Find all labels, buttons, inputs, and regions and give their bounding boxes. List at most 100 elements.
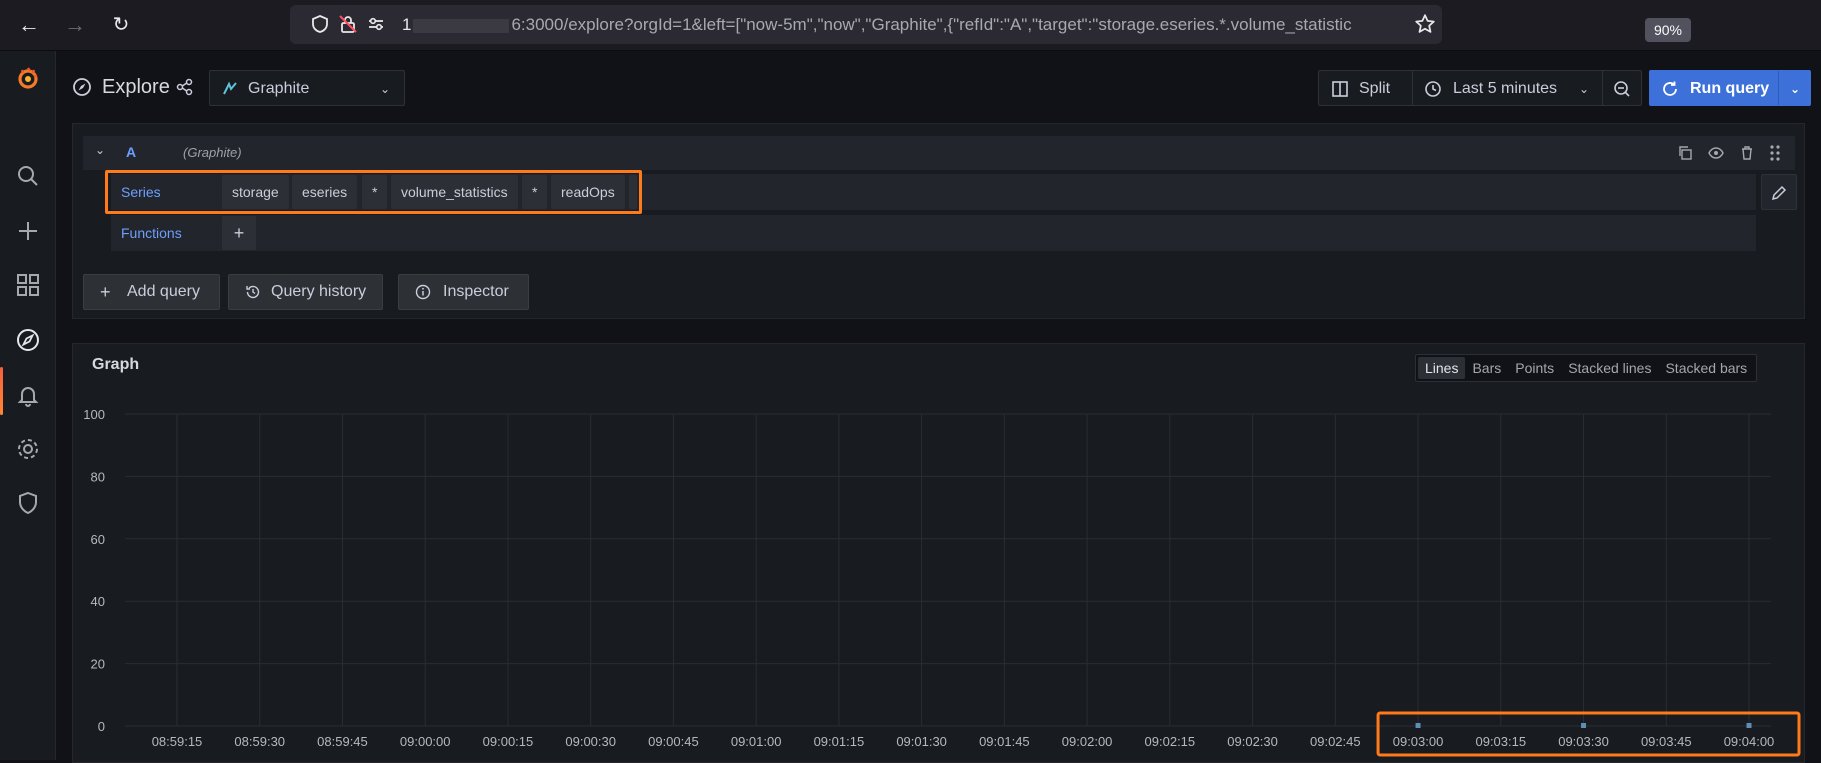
- split-button[interactable]: Split: [1318, 70, 1414, 106]
- plus-icon: +: [100, 282, 111, 302]
- drag-handle-icon[interactable]: [1767, 144, 1783, 162]
- button-divider: [1778, 71, 1779, 105]
- graph-panel: 0 20 40 60 80 100 08:59:15 08:59:30 08:59:45 09:0…: [72, 343, 1805, 763]
- datasource-picker[interactable]: Graphite ⌄: [209, 70, 405, 106]
- url-rest: 6:3000/explore?orgId=1&left=["now-5m","n…: [511, 15, 1352, 34]
- toggle-text-edit-button[interactable]: [1761, 174, 1797, 210]
- x-tick-label: 09:01:45: [979, 734, 1030, 749]
- graph-mode-option[interactable]: Lines: [1418, 357, 1466, 379]
- hide-query-eye-icon[interactable]: [1708, 145, 1724, 161]
- series-add-segment[interactable]: [629, 175, 637, 209]
- graph-chart: 0 20 40 60 80 100 08:59:15 08:59:30 08:59:45 09:0…: [83, 407, 1801, 757]
- y-tick-label: 80: [91, 469, 105, 484]
- query-history-label: Query history: [271, 283, 367, 300]
- grafana-logo-icon[interactable]: [13, 63, 43, 93]
- x-tick-label: 09:01:30: [896, 734, 947, 749]
- chevron-down-icon: ⌄: [1579, 82, 1590, 96]
- alerting-bell-icon[interactable]: [13, 380, 43, 410]
- info-circle-icon: [415, 284, 431, 300]
- reload-icon[interactable]: ↻: [106, 10, 136, 40]
- bookmark-star-icon[interactable]: [1414, 13, 1436, 35]
- functions-row: [111, 215, 1756, 251]
- pencil-icon: [1771, 185, 1787, 201]
- share-icon[interactable]: [176, 78, 194, 96]
- x-tick-label: 09:03:45: [1641, 734, 1692, 749]
- series-segment[interactable]: *: [522, 175, 548, 209]
- back-icon[interactable]: ←: [14, 10, 44, 40]
- functions-label: Functions: [111, 216, 217, 250]
- time-range-picker[interactable]: Last 5 minutes ⌄: [1412, 70, 1604, 106]
- browser-toolbar: ← → ↻ 1 6:3000/explore?orgId=1&left=["now…: [0, 0, 1821, 51]
- series-segment[interactable]: storage: [222, 175, 289, 209]
- x-tick-label: 09:01:00: [731, 734, 782, 749]
- active-nav-indicator: [0, 367, 3, 415]
- configuration-gear-icon[interactable]: [13, 434, 43, 464]
- zoom-out-icon: [1614, 81, 1630, 97]
- datasource-name: Graphite: [248, 80, 310, 97]
- server-admin-shield-icon[interactable]: [13, 488, 43, 518]
- query-history-button[interactable]: Query history: [228, 274, 383, 310]
- permissions-icon[interactable]: [366, 14, 386, 34]
- x-tick-label: 09:04:00: [1724, 734, 1775, 749]
- dashboards-grid-icon[interactable]: [13, 270, 43, 300]
- series-segment[interactable]: *: [362, 175, 388, 209]
- run-options-chevron-icon[interactable]: ⌄: [1790, 71, 1800, 107]
- y-tick-label: 0: [98, 719, 105, 734]
- add-query-label: Add query: [127, 283, 200, 300]
- address-bar[interactable]: 1 6:3000/explore?orgId=1&left=["now-5m","…: [290, 5, 1691, 44]
- split-label: Split: [1359, 80, 1391, 97]
- graph-mode-option[interactable]: Points: [1508, 357, 1561, 379]
- clock-icon: [1425, 81, 1441, 97]
- graphite-logo-icon: [223, 81, 237, 95]
- chevron-down-icon: ⌄: [380, 82, 391, 96]
- x-tick-label: 08:59:30: [234, 734, 285, 749]
- x-tick-label: 09:00:00: [400, 734, 451, 749]
- x-tick-label: 09:03:15: [1475, 734, 1526, 749]
- add-query-button[interactable]: + Add query: [83, 274, 220, 310]
- collapse-chevron-icon[interactable]: ⌄: [95, 143, 105, 157]
- x-tick-label: 09:01:15: [814, 734, 865, 749]
- inspector-label: Inspector: [443, 283, 509, 300]
- add-function-button[interactable]: +: [222, 216, 256, 250]
- y-tick-label: 40: [91, 594, 105, 609]
- x-tick-label: 08:59:15: [152, 734, 203, 749]
- graph-mode-option[interactable]: Stacked lines: [1561, 357, 1658, 379]
- split-columns-icon: [1332, 81, 1348, 97]
- zoom-out-button[interactable]: [1602, 70, 1642, 106]
- run-query-label: Run query: [1690, 80, 1770, 97]
- query-editor-panel: ⌄ A (Graphite) Series storage eseries * …: [72, 123, 1805, 319]
- redacted-host: [413, 18, 510, 33]
- series-segment[interactable]: eseries: [292, 175, 358, 209]
- series-segment[interactable]: volume_statistics: [391, 175, 518, 209]
- graph-mode-option[interactable]: Bars: [1465, 357, 1508, 379]
- series-label: Series: [111, 175, 217, 209]
- inspector-button[interactable]: Inspector: [398, 274, 529, 310]
- series-segment[interactable]: readOps: [551, 175, 625, 209]
- url-text[interactable]: 1 6:3000/explore?orgId=1&left=["now-5m","…: [402, 15, 1432, 35]
- graph-mode-selector: Lines Bars Points Stacked lines Stacked bars: [1415, 354, 1758, 382]
- explore-compass-icon[interactable]: [13, 325, 43, 355]
- data-point: [1415, 723, 1421, 728]
- history-icon: [246, 285, 260, 299]
- shield-icon: [312, 15, 328, 33]
- y-tick-label: 60: [91, 532, 105, 547]
- x-tick-label: 09:03:00: [1393, 734, 1444, 749]
- data-point: [1746, 723, 1752, 728]
- x-tick-label: 09:00:15: [483, 734, 534, 749]
- zoom-level-badge[interactable]: 90%: [1645, 18, 1691, 42]
- duplicate-query-icon[interactable]: [1677, 145, 1693, 161]
- delete-query-trash-icon[interactable]: [1739, 145, 1755, 161]
- create-plus-icon[interactable]: [13, 216, 43, 246]
- x-tick-label: 08:59:45: [317, 734, 368, 749]
- search-icon[interactable]: [13, 161, 43, 191]
- graph-title: Graph: [92, 356, 140, 373]
- query-ref-id[interactable]: A: [126, 144, 136, 160]
- y-tick-label: 20: [91, 657, 105, 672]
- forward-icon[interactable]: →: [60, 10, 90, 40]
- run-query-button[interactable]: Run query ⌄: [1649, 70, 1811, 106]
- refresh-icon: [1663, 81, 1677, 96]
- graph-mode-option[interactable]: Stacked bars: [1658, 357, 1754, 379]
- insecure-lock-icon[interactable]: [338, 14, 358, 34]
- series-row: [111, 174, 1756, 210]
- query-row-header: ⌄ A (Graphite): [83, 136, 1795, 170]
